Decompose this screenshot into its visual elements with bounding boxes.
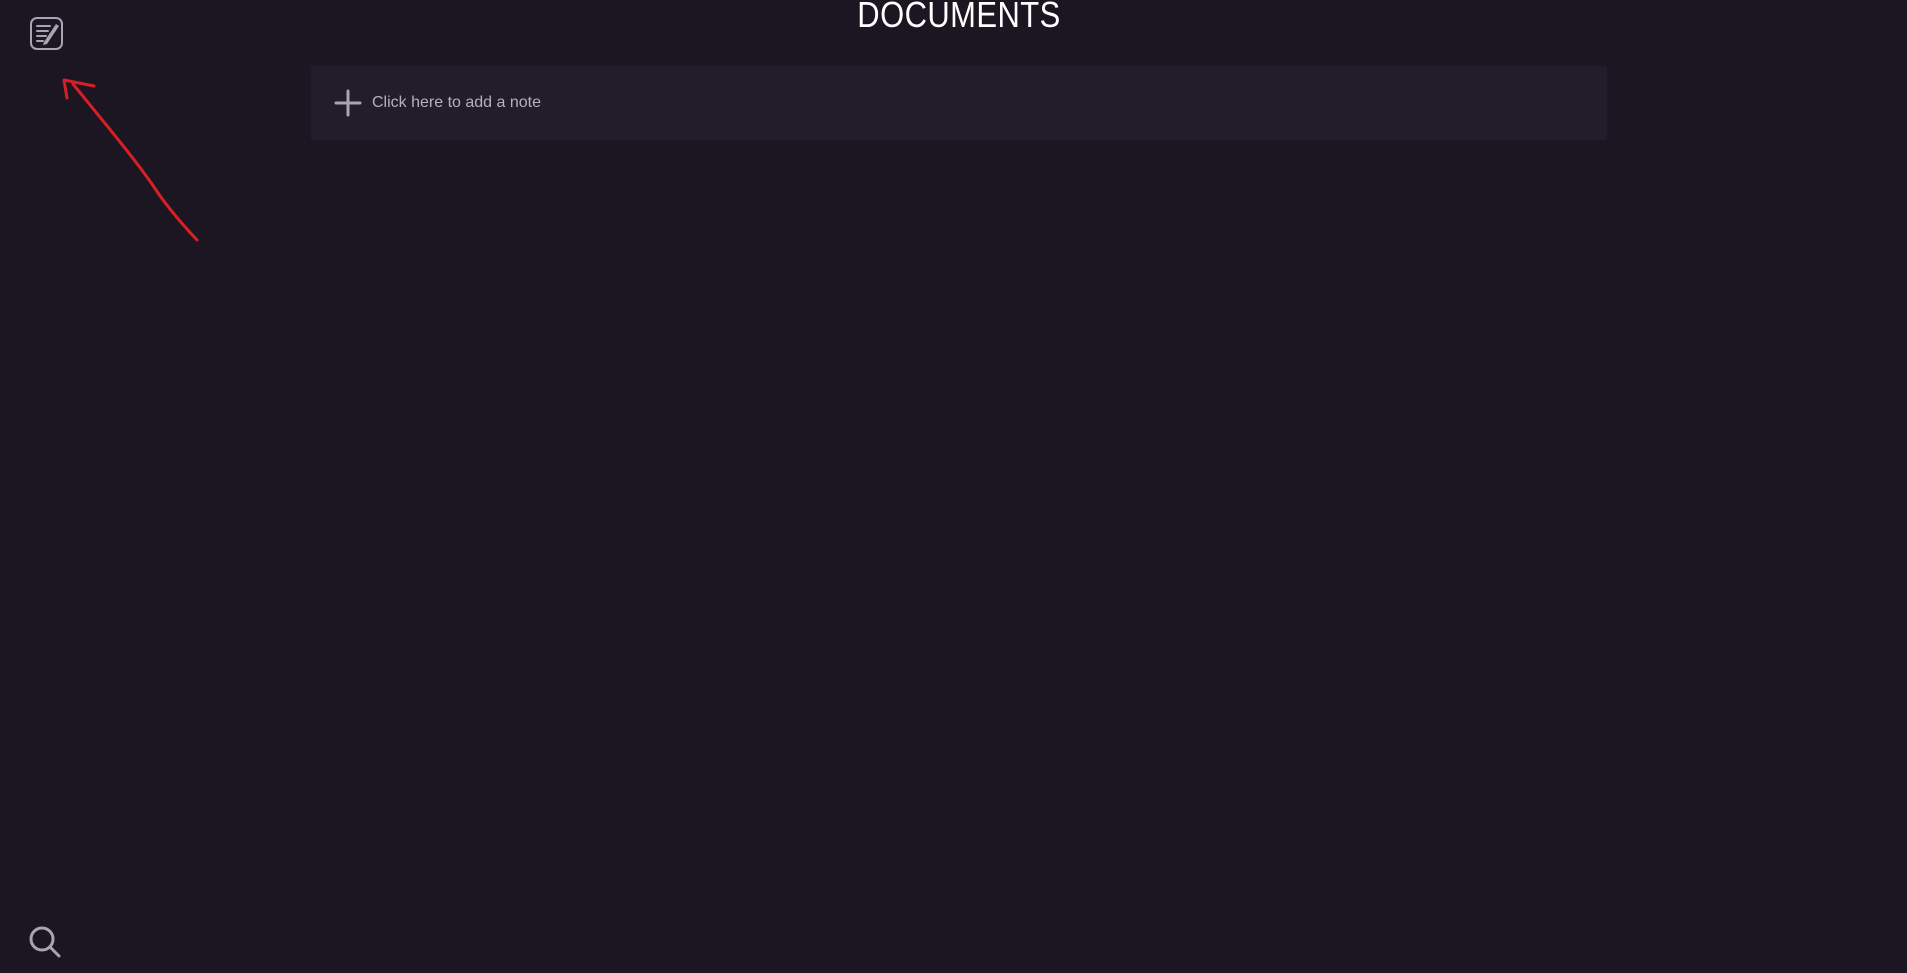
page-title: DOCUMENTS	[857, 0, 1061, 35]
plus-icon	[333, 88, 363, 118]
red-arrow-annotation	[62, 78, 199, 242]
notes-icon	[30, 17, 63, 50]
notes-button[interactable]	[28, 15, 66, 53]
search-icon	[29, 926, 61, 958]
add-note-label: Click here to add a note	[372, 94, 541, 111]
add-note-bar[interactable]: Click here to add a note	[311, 66, 1607, 140]
search-button[interactable]	[27, 924, 63, 960]
documents-app: DOCUMENTS Click here to add a note	[0, 0, 1907, 973]
